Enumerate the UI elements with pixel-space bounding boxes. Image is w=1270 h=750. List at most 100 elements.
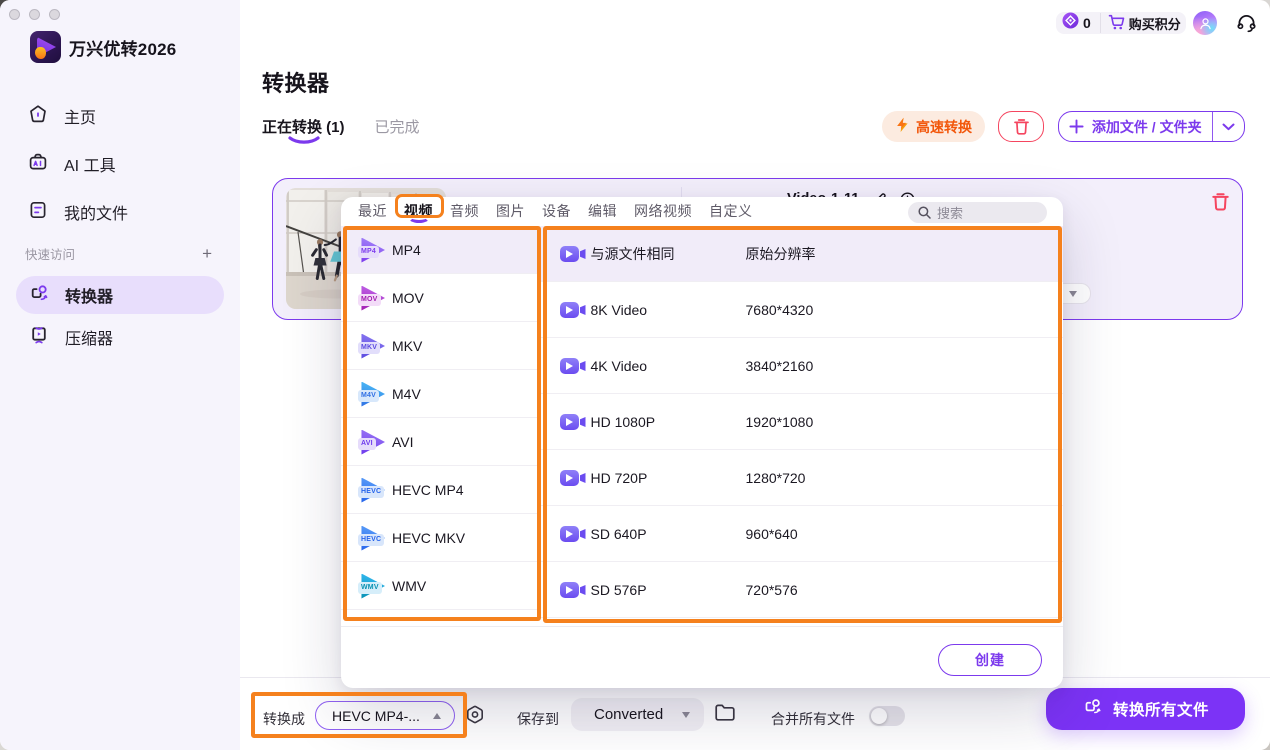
video-icon-body bbox=[560, 414, 579, 430]
trash-icon bbox=[1013, 118, 1030, 136]
tab-label: 正在转换 (1) bbox=[262, 119, 345, 136]
convert-all-label: 转换所有文件 bbox=[1113, 698, 1209, 720]
format-badge-label: M4V bbox=[358, 390, 379, 402]
video-icon-body bbox=[560, 526, 579, 542]
save-folder-dropdown[interactable]: Converted bbox=[571, 698, 704, 731]
format-badge-label: MOV bbox=[358, 294, 381, 306]
quick-access-add-icon[interactable]: + bbox=[202, 245, 212, 262]
resolution-option[interactable]: HD 1080P 1920*1080 bbox=[541, 394, 1064, 450]
convert-all-button[interactable]: 转换所有文件 bbox=[1046, 688, 1245, 730]
create-custom-button[interactable]: 创建 bbox=[938, 644, 1042, 676]
video-icon-lens bbox=[580, 417, 586, 427]
app-window: 万兴优转2026 主页 AI 工具 我的文件 bbox=[0, 0, 1270, 750]
brand-name: 万兴优转2026 bbox=[69, 35, 176, 60]
popup-tab[interactable]: 视频 bbox=[400, 197, 437, 226]
sidebar-item-home[interactable]: 主页 bbox=[0, 92, 240, 140]
trash-icon bbox=[1211, 192, 1230, 212]
window-zoom-button[interactable] bbox=[49, 9, 60, 20]
resolution-option[interactable]: SD 576P 720*576 bbox=[541, 562, 1064, 618]
cart-icon bbox=[1108, 14, 1125, 33]
format-option[interactable]: HEVC HEVC MKV bbox=[341, 514, 541, 562]
format-icon: MKV bbox=[358, 333, 388, 360]
format-icon: HEVC bbox=[358, 525, 388, 552]
resolution-option[interactable]: 8K Video 7680*4320 bbox=[541, 282, 1064, 338]
video-icon bbox=[560, 526, 587, 542]
format-value: HEVC MP4-... bbox=[332, 708, 433, 724]
format-option[interactable]: MOV MOV bbox=[341, 274, 541, 322]
resolution-option[interactable]: SD 640P 960*640 bbox=[541, 506, 1064, 562]
split-button-divider bbox=[1212, 112, 1214, 141]
sidebar-item-ai-tools[interactable]: AI 工具 bbox=[0, 140, 240, 188]
converter-icon bbox=[1082, 696, 1103, 722]
window-minimize-button[interactable] bbox=[29, 9, 40, 20]
popup-tab[interactable]: 最近 bbox=[354, 197, 391, 226]
format-option[interactable]: MP4 MP4 bbox=[341, 226, 541, 274]
converter-icon bbox=[28, 282, 50, 309]
popup-tab[interactable]: 设备 bbox=[538, 197, 575, 226]
plus-icon bbox=[1069, 119, 1084, 134]
format-option[interactable]: AVI AVI bbox=[341, 418, 541, 466]
header-credit-cluster: 0 购买积分 bbox=[1056, 12, 1186, 34]
popup-tab[interactable]: 图片 bbox=[492, 197, 529, 226]
brand: 万兴优转2026 bbox=[30, 31, 176, 63]
video-icon-body bbox=[560, 246, 579, 262]
quick-access-row: 快速访问 + bbox=[0, 238, 240, 268]
format-icon: AVI bbox=[358, 429, 388, 456]
clear-tasks-button[interactable] bbox=[998, 111, 1044, 142]
popup-columns: MP4 MP4 MOV MOV MKV bbox=[341, 226, 1063, 626]
tab-label: 已完成 bbox=[375, 119, 420, 136]
tab-finished[interactable]: 已完成 bbox=[375, 116, 420, 137]
format-badge-label: MKV bbox=[358, 342, 380, 354]
status-tabs: 正在转换 (1) 已完成 bbox=[262, 116, 420, 137]
remove-task-button[interactable] bbox=[1211, 192, 1230, 217]
format-icon: HEVC bbox=[358, 477, 388, 504]
video-icon bbox=[560, 582, 587, 598]
merge-files-toggle[interactable] bbox=[869, 706, 905, 726]
buy-credits-label: 购买积分 bbox=[1129, 14, 1181, 33]
add-files-dropdown-button[interactable] bbox=[1213, 112, 1244, 141]
format-list: MP4 MP4 MOV MOV MKV bbox=[341, 226, 541, 626]
resolution-list: 与源文件相同 原始分辨率 8K Video 7680*4320 4K Video… bbox=[541, 226, 1064, 626]
resolution-option[interactable]: 与源文件相同 原始分辨率 bbox=[541, 226, 1064, 282]
logo-accent-shape bbox=[35, 47, 46, 59]
avatar[interactable] bbox=[1193, 11, 1217, 35]
credits-badge[interactable]: 0 bbox=[1056, 12, 1100, 34]
support-headset-icon[interactable] bbox=[1236, 13, 1257, 39]
output-format-dropdown[interactable]: HEVC MP4-... bbox=[315, 701, 455, 730]
format-settings-gear-icon[interactable] bbox=[465, 705, 485, 730]
video-icon-lens bbox=[580, 529, 586, 539]
resolution-option[interactable]: 4K Video 3840*2160 bbox=[541, 338, 1064, 394]
tab-converting[interactable]: 正在转换 (1) bbox=[262, 116, 345, 137]
popup-tab[interactable]: 网络视频 bbox=[630, 197, 696, 226]
popup-tab[interactable]: 自定义 bbox=[705, 197, 757, 226]
chevron-down-icon bbox=[1222, 123, 1235, 131]
app-logo-icon bbox=[30, 31, 61, 63]
credits-count: 0 bbox=[1083, 15, 1091, 31]
open-folder-icon[interactable] bbox=[714, 703, 736, 728]
caret-down-icon bbox=[1069, 291, 1077, 297]
active-tab-underline bbox=[288, 136, 320, 144]
format-badge-label: HEVC bbox=[358, 486, 384, 498]
sidebar-item-compressor[interactable]: 压缩器 bbox=[16, 318, 224, 356]
sidebar-item-converter[interactable]: 转换器 bbox=[16, 276, 224, 314]
format-option[interactable]: MKV MKV bbox=[341, 322, 541, 370]
buy-credits-button[interactable]: 购买积分 bbox=[1101, 12, 1186, 34]
popup-tab[interactable]: 音频 bbox=[446, 197, 483, 226]
format-option[interactable]: HEVC HEVC MP4 bbox=[341, 466, 541, 514]
merge-files-label: 合并所有文件 bbox=[771, 709, 855, 729]
popup-tab[interactable]: 编辑 bbox=[584, 197, 621, 226]
window-close-button[interactable] bbox=[9, 9, 20, 20]
sidebar-item-my-files[interactable]: 我的文件 bbox=[0, 188, 240, 236]
search-input[interactable]: 搜索 bbox=[908, 202, 1047, 224]
caret-down-icon bbox=[682, 712, 690, 718]
add-files-button[interactable]: 添加文件 / 文件夹 bbox=[1059, 112, 1212, 141]
format-option[interactable]: WMV WMV bbox=[341, 562, 541, 610]
active-tab-underline bbox=[408, 212, 430, 223]
popup-footer-divider bbox=[341, 626, 1063, 627]
resolution-option[interactable]: HD 720P 1280*720 bbox=[541, 450, 1064, 506]
format-option[interactable]: M4V M4V bbox=[341, 370, 541, 418]
popup-tab-label: 音频 bbox=[450, 201, 479, 221]
high-speed-button[interactable]: 高速转换 bbox=[882, 111, 985, 142]
search-icon bbox=[918, 206, 931, 219]
video-icon bbox=[560, 302, 587, 318]
